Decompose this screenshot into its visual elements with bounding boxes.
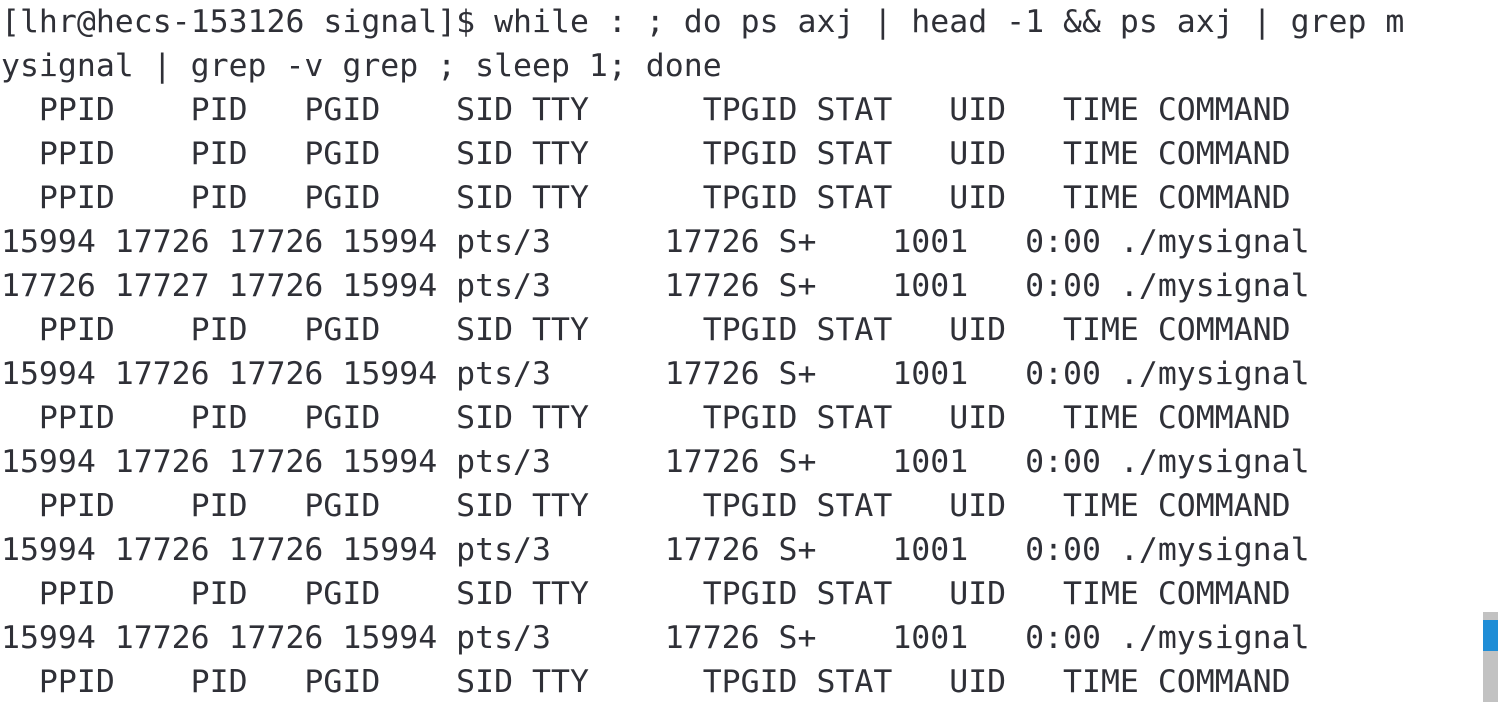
terminal-line: 15994 17726 17726 15994 pts/3 17726 S+ 1… — [1, 620, 1310, 656]
terminal-line: PPID PID PGID SID TTY TPGID STAT UID TIM… — [1, 180, 1291, 216]
terminal-line: 15994 17726 17726 15994 pts/3 17726 S+ 1… — [1, 356, 1310, 392]
terminal-line: PPID PID PGID SID TTY TPGID STAT UID TIM… — [1, 576, 1291, 612]
terminal-line: PPID PID PGID SID TTY TPGID STAT UID TIM… — [1, 136, 1291, 172]
terminal-output-area[interactable]: [lhr@hecs-153126 signal]$ while : ; do p… — [0, 0, 1498, 702]
terminal-line: PPID PID PGID SID TTY TPGID STAT UID TIM… — [1, 92, 1291, 128]
terminal-line: PPID PID PGID SID TTY TPGID STAT UID TIM… — [1, 400, 1291, 436]
scrollbar-thumb[interactable] — [1483, 620, 1498, 651]
terminal-line: 15994 17726 17726 15994 pts/3 17726 S+ 1… — [1, 224, 1310, 260]
terminal-line: PPID PID PGID SID TTY TPGID STAT UID TIM… — [1, 664, 1291, 700]
terminal-line: 15994 17726 17726 15994 pts/3 17726 S+ 1… — [1, 444, 1310, 480]
terminal-line: PPID PID PGID SID TTY TPGID STAT UID TIM… — [1, 488, 1291, 524]
terminal-window[interactable]: [lhr@hecs-153126 signal]$ while : ; do p… — [0, 0, 1498, 702]
terminal-line: 15994 17726 17726 15994 pts/3 17726 S+ 1… — [1, 532, 1310, 568]
terminal-line: ysignal | grep -v grep ; sleep 1; done — [1, 48, 722, 84]
terminal-line: PPID PID PGID SID TTY TPGID STAT UID TIM… — [1, 312, 1291, 348]
terminal-line: 17726 17727 17726 15994 pts/3 17726 S+ 1… — [1, 268, 1310, 304]
terminal-line: [lhr@hecs-153126 signal]$ while : ; do p… — [1, 4, 1405, 40]
vertical-scrollbar[interactable] — [1483, 612, 1498, 702]
